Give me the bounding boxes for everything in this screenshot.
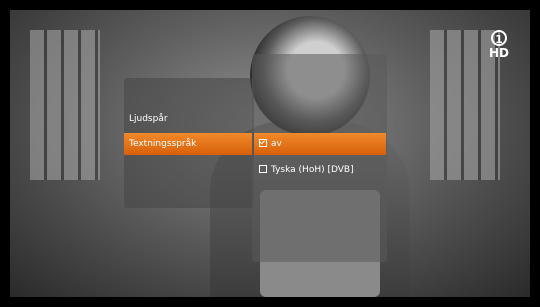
menu-item-label: Textningsspråk (129, 139, 197, 149)
submenu-item-label: av (271, 139, 282, 149)
menu-item-label: Ljudspår (129, 114, 168, 124)
tv-screen: 1 HD Ljudspår Textningsspråk av Tyska (H… (0, 0, 540, 307)
menu-item-subtitle-language[interactable]: Textningsspråk (124, 133, 252, 155)
channel-logo: 1 HD (488, 30, 510, 60)
window-left (30, 30, 100, 180)
submenu-item-off[interactable]: av (254, 133, 386, 155)
menu-item-audio-track[interactable]: Ljudspår (124, 108, 252, 130)
checkbox-unchecked-icon (259, 164, 267, 173)
channel-number-icon: 1 (491, 30, 507, 46)
hd-label: HD (488, 46, 509, 60)
submenu-item-label: Tyska (HoH) [DVB] (271, 165, 354, 175)
submenu-panel (252, 54, 387, 262)
checkbox-checked-icon (259, 138, 267, 147)
submenu-item-german-hoh[interactable]: Tyska (HoH) [DVB] (254, 159, 386, 181)
